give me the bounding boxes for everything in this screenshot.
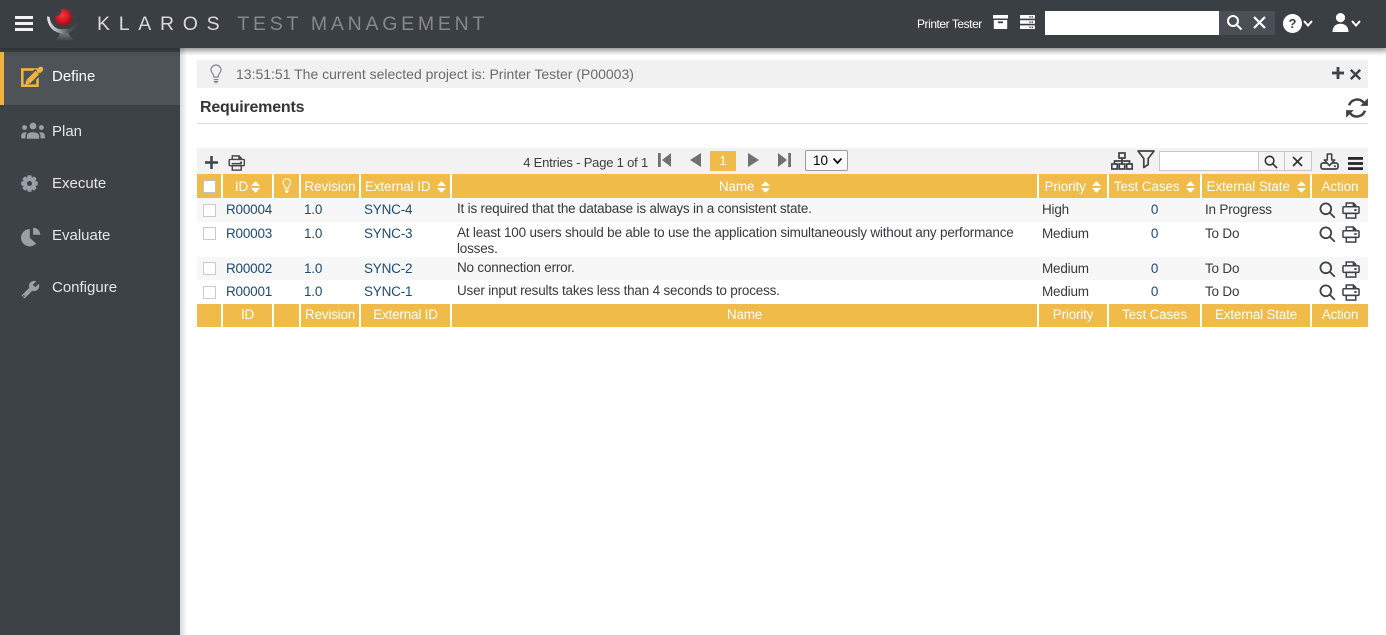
svg-text:?: ?: [1289, 16, 1297, 31]
